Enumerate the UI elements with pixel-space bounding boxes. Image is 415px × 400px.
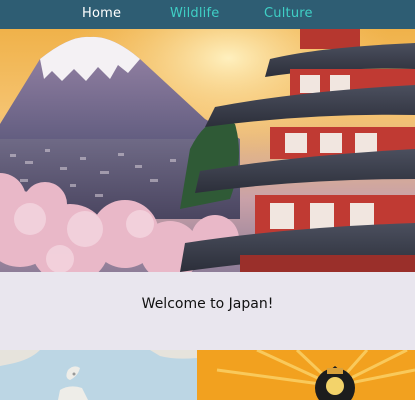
- feature-cards: [0, 350, 415, 400]
- japan-map-image: [0, 350, 197, 400]
- nav-wildlife-link[interactable]: Wildlife: [170, 6, 219, 21]
- nav-home-link[interactable]: Home: [82, 6, 121, 21]
- samurai-emblem-image: [197, 350, 415, 400]
- hero-illustration: [0, 29, 415, 272]
- top-navbar: Home Wildlife Culture: [0, 0, 415, 29]
- hero-image-mount-fuji-pagoda: [0, 29, 415, 272]
- culture-card[interactable]: [197, 350, 415, 400]
- welcome-title: Welcome to Japan!: [141, 296, 274, 312]
- map-card[interactable]: [0, 350, 197, 400]
- welcome-section: Welcome to Japan!: [0, 272, 415, 350]
- nav-culture-link[interactable]: Culture: [264, 6, 313, 21]
